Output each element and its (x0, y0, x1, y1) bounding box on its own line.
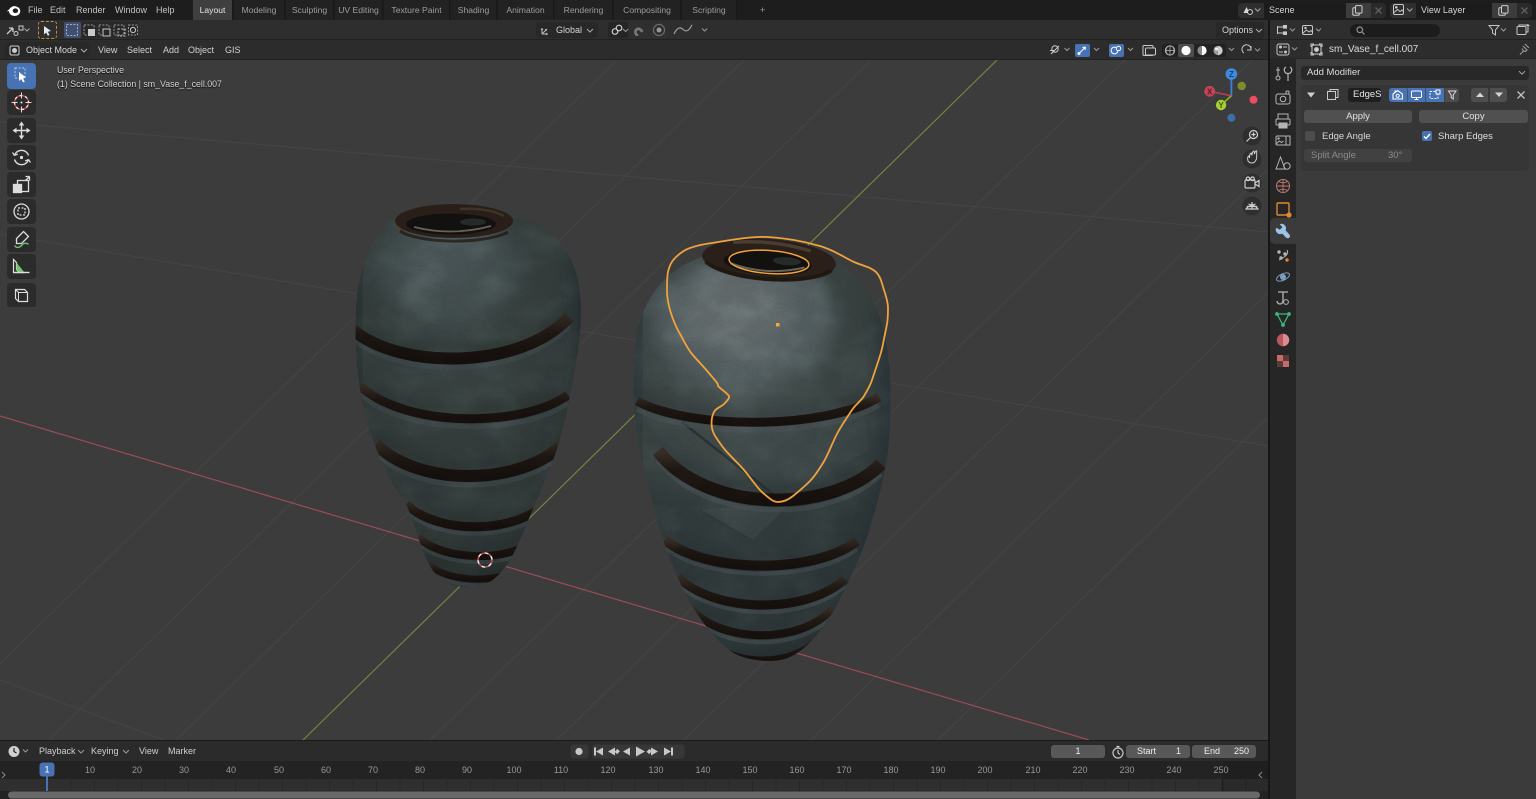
svg-text:80: 80 (415, 765, 425, 775)
svg-text:40: 40 (226, 765, 236, 775)
svg-text:70: 70 (368, 765, 378, 775)
svg-text:220: 220 (1072, 765, 1087, 775)
svg-text:180: 180 (883, 765, 898, 775)
svg-text:60: 60 (321, 765, 331, 775)
svg-text:1: 1 (44, 765, 49, 775)
svg-text:140: 140 (695, 765, 710, 775)
svg-text:250: 250 (1213, 765, 1228, 775)
svg-text:190: 190 (930, 765, 945, 775)
svg-text:20: 20 (132, 765, 142, 775)
svg-text:120: 120 (600, 765, 615, 775)
svg-text:Y: Y (1218, 101, 1224, 110)
svg-text:230: 230 (1119, 765, 1134, 775)
svg-text:150: 150 (742, 765, 757, 775)
svg-text:100: 100 (506, 765, 521, 775)
svg-text:X: X (1207, 87, 1213, 96)
svg-text:110: 110 (554, 765, 568, 775)
svg-text:210: 210 (1025, 765, 1040, 775)
svg-text:90: 90 (462, 765, 472, 775)
svg-text:130: 130 (648, 765, 663, 775)
svg-text:10: 10 (85, 765, 95, 775)
svg-text:30: 30 (179, 765, 189, 775)
svg-text:160: 160 (789, 765, 804, 775)
svg-text:Z: Z (1229, 70, 1234, 79)
svg-text:240: 240 (1166, 765, 1181, 775)
svg-text:170: 170 (836, 765, 851, 775)
svg-text:50: 50 (274, 765, 284, 775)
svg-text:200: 200 (977, 765, 992, 775)
